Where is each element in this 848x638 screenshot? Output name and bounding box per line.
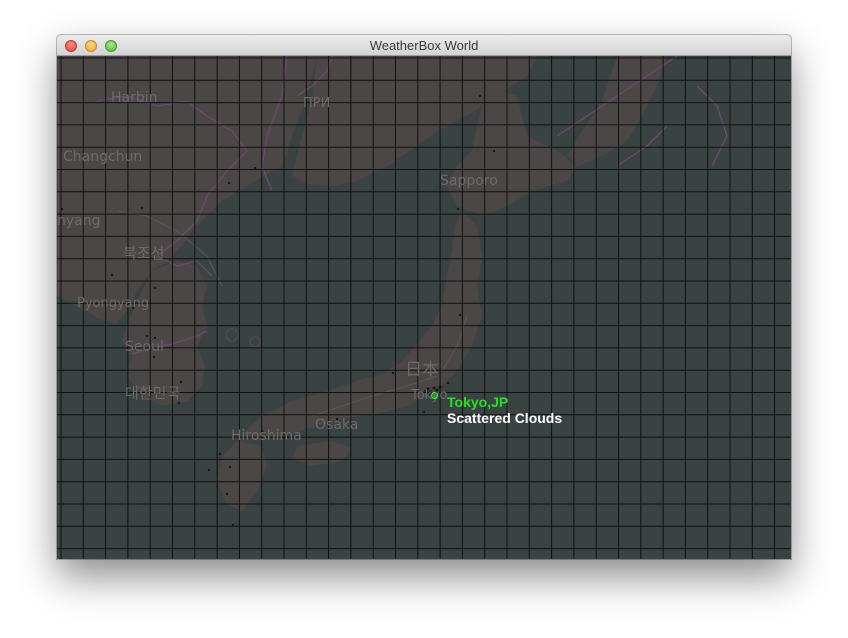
map-label-harbin: Harbin [111, 90, 158, 106]
map-label-osaka: Osaka [315, 417, 359, 433]
selected-city-name: Tokyo,JP [447, 394, 509, 410]
title-bar[interactable]: WeatherBox World [57, 35, 791, 56]
selected-city-condition: Scattered Clouds [447, 410, 563, 426]
map-label-tokyo: Tokyo [411, 388, 448, 403]
map-label-south-korea: 대한민국 [125, 384, 181, 402]
map-label-sapporo: Sapporo [440, 173, 498, 189]
map-label-japan: 日本 [405, 360, 439, 380]
app-window: WeatherBox World Harbin ПРИ Changchun ny… [57, 35, 791, 559]
selected-city-marker[interactable] [431, 392, 438, 399]
map-label-north-korea: 북조선 [123, 244, 165, 262]
map-label-pyongyang: Pyongyang [77, 296, 150, 311]
map-label-hiroshima: Hiroshima [231, 428, 302, 444]
map-label-seoul: Seoul [125, 339, 164, 355]
weather-map[interactable]: Harbin ПРИ Changchun nyang 북조선 Pyongyang… [57, 56, 791, 559]
map-label-shenyang: nyang [57, 213, 101, 229]
map-canvas [57, 56, 791, 559]
map-label-russia: ПРИ [303, 96, 331, 111]
window-title: WeatherBox World [369, 38, 479, 53]
map-label-changchun: Changchun [63, 149, 143, 165]
